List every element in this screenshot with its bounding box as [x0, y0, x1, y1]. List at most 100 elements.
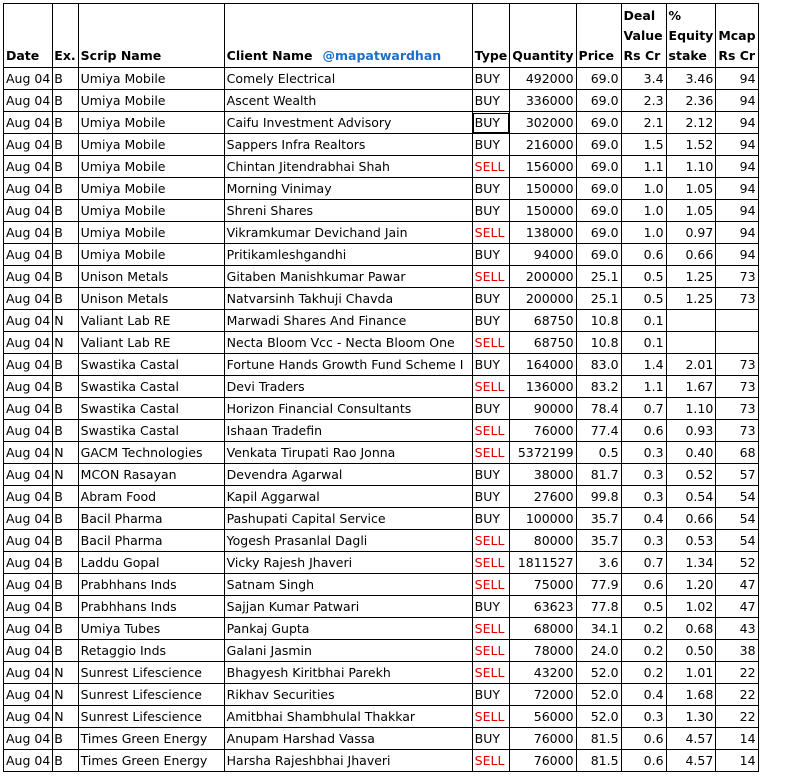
cell-type: SELL [471, 221, 511, 244]
header-exchange: Ex. [52, 3, 79, 68]
cell-scrip-name: Umiya Mobile [77, 89, 225, 112]
cell-equity-stake: 1.68 [665, 683, 717, 706]
cell-quantity: 302000 [509, 111, 577, 134]
cell-type: BUY [471, 89, 511, 112]
cell-client-name: Ishaan Tradefin [223, 419, 473, 442]
cell-exchange: B [52, 595, 79, 618]
cell-price: 52.0 [575, 661, 622, 684]
cell-type: SELL [471, 419, 511, 442]
cell-mcap: 73 [715, 397, 759, 420]
cell-mcap: 54 [715, 485, 759, 508]
cell-mcap: 22 [715, 683, 759, 706]
table-row: Aug 04 B Swastika Castal Fortune Hands Grow… [2, 353, 759, 376]
cell-equity-stake [665, 331, 717, 354]
cell-price: 35.7 [575, 507, 622, 530]
cell-deal-value: 2.3 [620, 89, 667, 112]
cell-deal-value: 0.6 [620, 749, 667, 772]
cell-exchange: N [52, 705, 79, 728]
table-row: Aug 04 N Sunrest Lifescience Amitbhai Shamb… [2, 705, 759, 728]
cell-equity-stake: 2.01 [665, 353, 717, 376]
cell-equity-stake: 0.93 [665, 419, 717, 442]
cell-client-name: Horizon Financial Consultants [223, 397, 473, 420]
cell-quantity: 156000 [509, 155, 577, 178]
cell-equity-stake: 1.34 [665, 551, 717, 574]
header-client-name: Client Name @mapatwardhan [223, 3, 473, 68]
cell-price: 81.5 [575, 727, 622, 750]
cell-client-name: Pankaj Gupta [223, 617, 473, 640]
cell-mcap: 94 [715, 177, 759, 200]
cell-date: Aug 04 [2, 243, 54, 266]
cell-deal-value: 0.4 [620, 683, 667, 706]
cell-scrip-name: Swastika Castal [77, 397, 225, 420]
cell-date: Aug 04 [2, 507, 54, 530]
cell-equity-stake: 1.25 [665, 287, 717, 310]
cell-price: 10.8 [575, 309, 622, 332]
cell-mcap: 22 [715, 661, 759, 684]
cell-type: SELL [471, 661, 511, 684]
cell-client-name: Galani Jasmin [223, 639, 473, 662]
cell-mcap: 73 [715, 353, 759, 376]
cell-quantity: 138000 [509, 221, 577, 244]
cell-quantity: 492000 [509, 67, 577, 90]
cell-deal-value: 1.1 [620, 375, 667, 398]
table-row: Aug 04 B Swastika Castal Devi Traders SELL 13… [2, 375, 759, 398]
cell-client-name: Shreni Shares [223, 199, 473, 222]
table-row: Aug 04 B Times Green Energy Harsha Rajeshbh… [2, 749, 759, 772]
cell-deal-value: 1.5 [620, 133, 667, 156]
cell-price: 78.4 [575, 397, 622, 420]
cell-equity-stake: 4.57 [665, 727, 717, 750]
cell-price: 10.8 [575, 331, 622, 354]
cell-scrip-name: Times Green Energy [77, 749, 225, 772]
cell-mcap: 73 [715, 287, 759, 310]
cell-date: Aug 04 [2, 265, 54, 288]
cell-equity-stake: 3.46 [665, 67, 717, 90]
cell-exchange: B [52, 287, 79, 310]
cell-date: Aug 04 [2, 749, 54, 772]
header-type: Type [471, 3, 511, 68]
cell-exchange: B [52, 485, 79, 508]
table-row: Aug 04 B Unison Metals Natvarsinh Takhuji C… [2, 287, 759, 310]
cell-exchange: B [52, 617, 79, 640]
cell-type: BUY [471, 683, 511, 706]
cell-type: BUY [471, 287, 511, 310]
cell-price: 69.0 [575, 89, 622, 112]
header-scrip-name: Scrip Name [77, 3, 225, 68]
cell-scrip-name: Prabhhans Inds [77, 595, 225, 618]
cell-deal-value: 0.3 [620, 485, 667, 508]
cell-price: 34.1 [575, 617, 622, 640]
header-date: Date [2, 3, 54, 68]
header-client-label: Client Name [226, 48, 313, 63]
table-row: Aug 04 B Bacil Pharma Pashupati Capital Ser… [2, 507, 759, 530]
cell-equity-stake: 1.25 [665, 265, 717, 288]
table-row: Aug 04 B Umiya Mobile Shreni Shares BUY 15000… [2, 199, 759, 222]
cell-date: Aug 04 [2, 221, 54, 244]
cell-quantity: 76000 [509, 727, 577, 750]
cell-client-name: Sajjan Kumar Patwari [223, 595, 473, 618]
cell-type: SELL [471, 441, 511, 464]
table-row: Aug 04 B Umiya Mobile Sappers Infra Realtor… [2, 133, 759, 156]
cell-date: Aug 04 [2, 661, 54, 684]
cell-scrip-name: Bacil Pharma [77, 507, 225, 530]
cell-equity-stake: 2.36 [665, 89, 717, 112]
cell-deal-value: 1.0 [620, 177, 667, 200]
bulk-deals-table: Date Ex. Scrip Name Client Name @mapatwar… [2, 3, 759, 772]
cell-quantity: 68750 [509, 309, 577, 332]
cell-exchange: B [52, 67, 79, 90]
cell-date: Aug 04 [2, 133, 54, 156]
cell-date: Aug 04 [2, 683, 54, 706]
table-row: Aug 04 B Umiya Tubes Pankaj Gupta SELL 68000 3… [2, 617, 759, 640]
cell-mcap: 38 [715, 639, 759, 662]
cell-scrip-name: Umiya Mobile [77, 155, 225, 178]
cell-mcap: 54 [715, 507, 759, 530]
cell-scrip-name: Umiya Mobile [77, 199, 225, 222]
cell-mcap: 47 [715, 595, 759, 618]
cell-quantity: 216000 [509, 133, 577, 156]
cell-quantity: 68000 [509, 617, 577, 640]
header-mcap: Mcap Rs Cr [715, 3, 759, 68]
cell-deal-value: 0.6 [620, 243, 667, 266]
cell-exchange: B [52, 221, 79, 244]
cell-scrip-name: Umiya Mobile [77, 111, 225, 134]
cell-deal-value: 0.3 [620, 441, 667, 464]
cell-deal-value: 0.6 [620, 419, 667, 442]
cell-type: BUY [471, 243, 511, 266]
